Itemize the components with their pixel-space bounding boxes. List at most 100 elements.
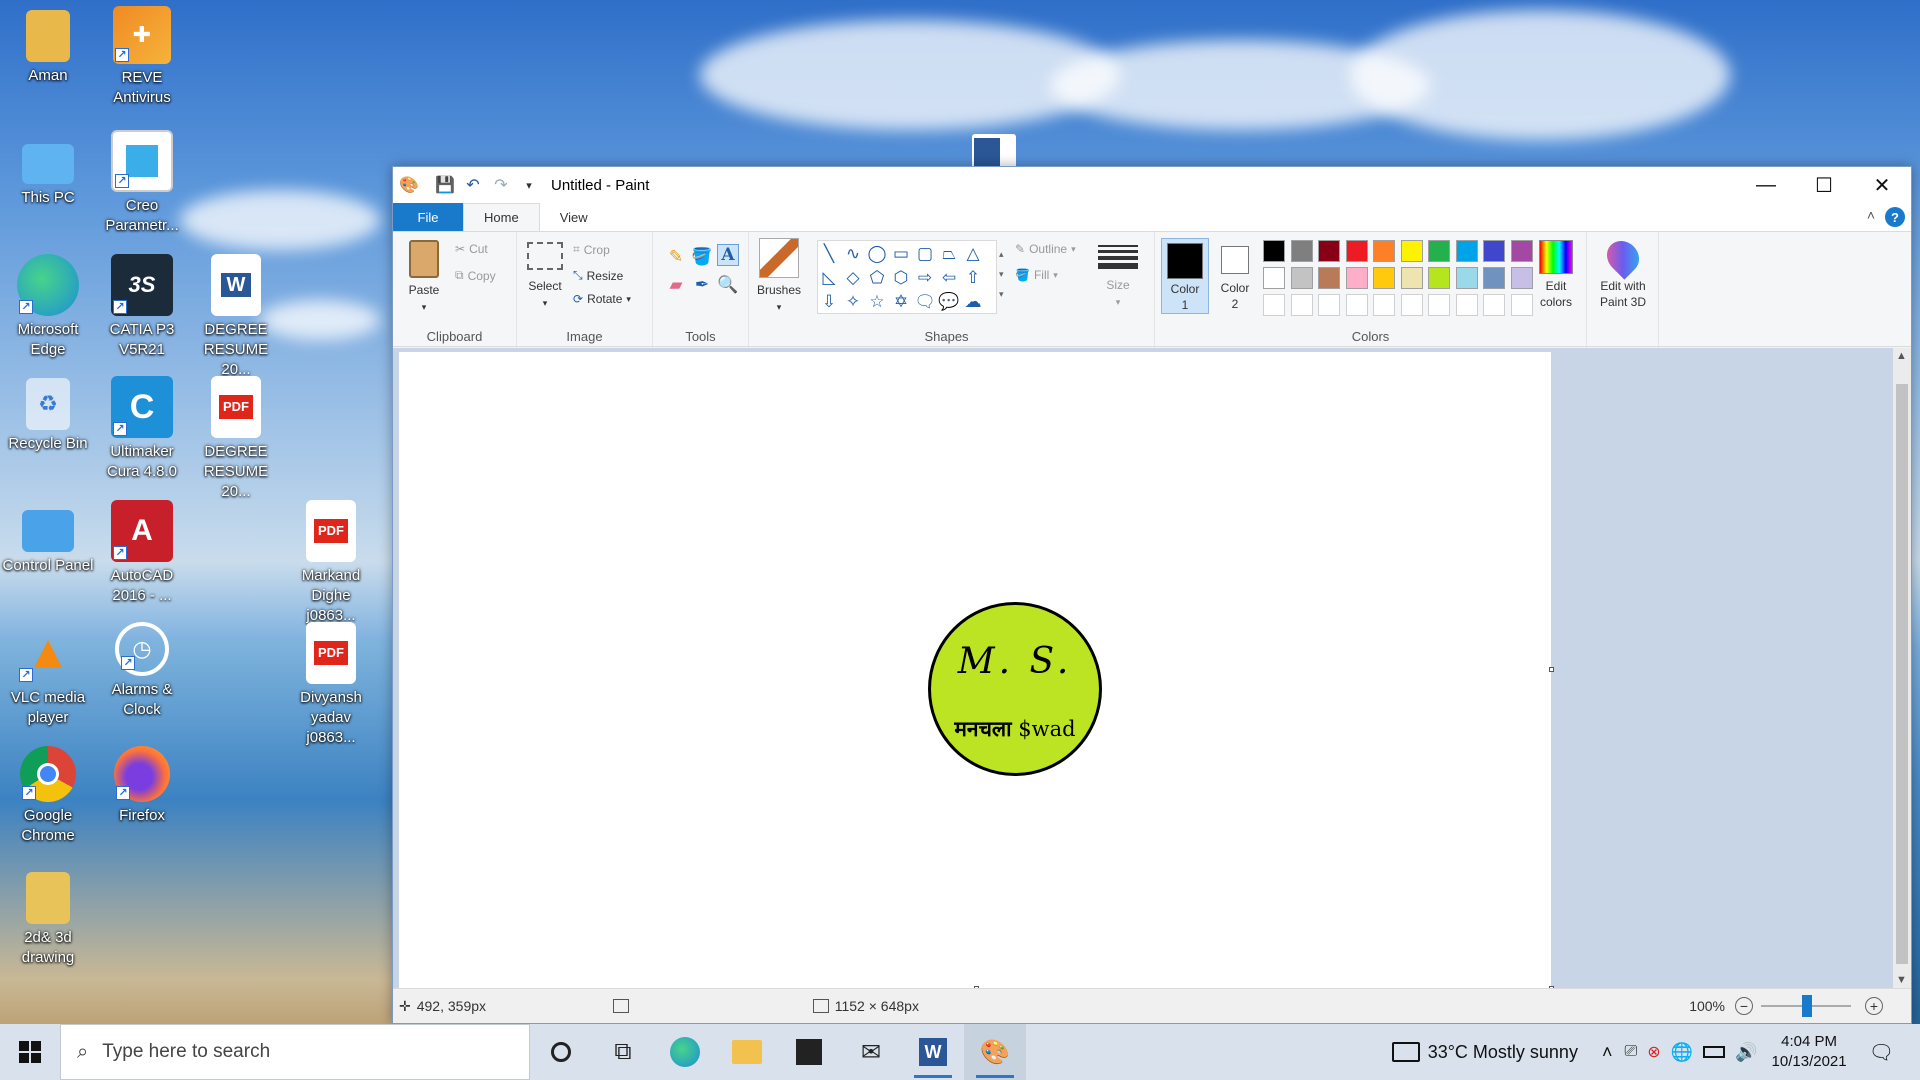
palette-swatch[interactable] (1510, 267, 1533, 289)
battery-icon[interactable] (1703, 1046, 1726, 1058)
taskbar-edge[interactable] (654, 1024, 716, 1080)
cut-button[interactable]: ✂ Cut (455, 242, 488, 256)
palette-swatch-empty[interactable] (1483, 294, 1505, 316)
select-button[interactable]: Select ▾ (523, 242, 567, 311)
canvas-resize-handle-right[interactable] (1549, 667, 1554, 672)
shapes-scroll-icon[interactable]: ▴ ▾ ▾ (999, 244, 1004, 304)
palette-swatch-empty[interactable] (1263, 294, 1285, 316)
text-icon[interactable]: A (717, 244, 739, 266)
pentagon-shape-icon[interactable]: ⬠ (866, 267, 888, 289)
right-arrow-shape-icon[interactable]: ⇨ (914, 267, 936, 289)
volume-icon[interactable]: 🔊 (1735, 1042, 1757, 1063)
diamond-shape-icon[interactable]: ◇ (842, 267, 864, 289)
save-icon[interactable]: 💾 (433, 173, 457, 197)
edit-with-paint3d-button[interactable]: Edit with Paint 3D (1591, 234, 1655, 310)
palette-swatch[interactable] (1290, 267, 1313, 289)
palette-swatch[interactable] (1400, 267, 1423, 289)
color-picker-icon[interactable]: ✒ (691, 274, 713, 296)
desktop-icon-recycle-bin[interactable]: ♻ Recycle Bin (2, 378, 94, 454)
taskbar-store[interactable] (778, 1024, 840, 1080)
palette-swatch-empty[interactable] (1400, 294, 1423, 316)
palette-swatch[interactable] (1510, 240, 1533, 262)
drawing-canvas[interactable]: M. S. मनचला $wad (399, 352, 1554, 991)
five-point-star-shape-icon[interactable]: ☆ (866, 291, 888, 313)
weather-text[interactable]: 33°C Mostly sunny (1428, 1042, 1578, 1063)
palette-swatch[interactable] (1263, 267, 1285, 289)
edit-colors-button[interactable]: Edit colors (1531, 240, 1581, 310)
palette-swatch[interactable] (1455, 267, 1478, 289)
color2-button[interactable]: Color 2 (1213, 238, 1257, 314)
crop-button[interactable]: ⌗ Crop (573, 242, 610, 257)
palette-swatch[interactable] (1373, 240, 1395, 262)
brushes-group[interactable]: Brushes ▾ (749, 232, 809, 348)
curve-shape-icon[interactable]: ∿ (842, 243, 864, 265)
redo-icon[interactable]: ↷ (489, 173, 513, 197)
up-arrow-shape-icon[interactable]: ⇧ (962, 267, 984, 289)
palette-swatch[interactable] (1318, 240, 1340, 262)
taskbar-search[interactable]: ⌕ Type here to search (60, 1024, 530, 1080)
rectangle-shape-icon[interactable]: ▭ (890, 243, 912, 265)
palette-swatch[interactable] (1455, 240, 1478, 262)
antivirus-tray-icon[interactable]: ⊗ (1647, 1042, 1660, 1062)
palette-swatch[interactable] (1290, 240, 1313, 262)
weather-icon[interactable] (1391, 1042, 1420, 1062)
cortana-button[interactable] (530, 1024, 592, 1080)
desktop-icon-reve-antivirus[interactable]: ✚ ↗ REVE Antivirus (96, 6, 188, 108)
down-arrow-shape-icon[interactable]: ⇩ (818, 291, 840, 313)
palette-swatch[interactable] (1483, 240, 1505, 262)
rotate-button[interactable]: ⟳ Rotate ▾ (573, 292, 631, 306)
desktop-icon-vlc[interactable]: ▲ ↗ VLC media player (2, 622, 94, 728)
palette-swatch-empty[interactable] (1290, 294, 1313, 316)
network-icon[interactable]: 🌐 (1671, 1042, 1693, 1063)
hexagon-shape-icon[interactable]: ⬡ (890, 267, 912, 289)
resize-button[interactable]: ⤡ Resize (573, 268, 623, 283)
desktop-icon-catia[interactable]: 3S ↗ CATIA P3 V5R21 (96, 254, 188, 360)
outline-button[interactable]: ✎ Outline ▾ (1015, 242, 1076, 256)
palette-swatch-empty[interactable] (1318, 294, 1340, 316)
color1-button[interactable]: Color 1 (1161, 238, 1209, 314)
undo-icon[interactable]: ↶ (461, 173, 485, 197)
quick-access-dropdown-icon[interactable]: ▾ (517, 173, 541, 197)
rounded-callout-shape-icon[interactable]: 🗨 (914, 291, 936, 313)
desktop-icon-creo[interactable]: ↗ Creo Parametr... (96, 130, 188, 236)
fill-button[interactable]: 🪣 Fill ▾ (1015, 268, 1058, 282)
line-shape-icon[interactable]: ╲ (818, 243, 840, 265)
palette-swatch[interactable] (1318, 267, 1340, 289)
triangle-shape-icon[interactable]: △ (962, 243, 984, 265)
clock[interactable]: 4:04 PM 10/13/2021 (1772, 1032, 1847, 1072)
right-triangle-shape-icon[interactable]: ◺ (818, 267, 840, 289)
close-button[interactable]: ✕ (1853, 167, 1911, 203)
paste-button[interactable]: Paste ▾ (401, 240, 447, 315)
desktop-icon-aman[interactable]: Aman (2, 10, 94, 86)
palette-swatch[interactable] (1345, 267, 1368, 289)
vertical-scrollbar[interactable]: ▲ ▼ (1893, 348, 1911, 988)
desktop-icon-degree-resume-pdf[interactable]: PDF DEGREE RESUME 20... (190, 376, 282, 502)
meet-now-icon[interactable]: ⎚ (1624, 1043, 1637, 1061)
desktop-icon-degree-resume-docx[interactable]: W DEGREE RESUME 20... (190, 254, 282, 380)
taskbar-file-explorer[interactable] (716, 1024, 778, 1080)
maximize-button[interactable]: ☐ (1795, 167, 1853, 203)
paint-app-icon[interactable]: 🎨 (397, 173, 421, 197)
desktop-icon-edge[interactable]: ↗ Microsoft Edge (2, 254, 94, 360)
notifications-icon[interactable]: 🗨 (1869, 1040, 1894, 1065)
shapes-gallery[interactable]: ╲ ∿ ◯ ▭ ▢ ⏢ △ ◺ ◇ ⬠ ⬡ ⇨ ⇦ ⇧ ⇩ ✧ ☆ ✡ 🗨 💬 (817, 240, 997, 314)
tab-view[interactable]: View (540, 203, 608, 231)
palette-swatch[interactable] (1483, 267, 1505, 289)
desktop-icon-chrome[interactable]: ↗ Google Chrome (2, 746, 94, 846)
palette-swatch[interactable] (1345, 240, 1368, 262)
copy-button[interactable]: ⧉ Copy (455, 268, 496, 283)
pencil-icon[interactable]: ✎ (665, 246, 687, 268)
eraser-icon[interactable]: ▰ (665, 274, 687, 296)
desktop-icon-divyansh-pdf[interactable]: PDF Divyansh yadav j0863... (285, 622, 377, 748)
cloud-callout-shape-icon[interactable]: ☁ (962, 291, 984, 313)
paint-window[interactable]: 🎨 💾 ↶ ↷ ▾ Untitled - Paint — ☐ ✕ File Ho… (392, 166, 1912, 1024)
taskbar-paint[interactable]: 🎨 (964, 1024, 1026, 1080)
magnifier-icon[interactable]: 🔍 (717, 274, 739, 296)
brushes-button[interactable]: Brushes ▾ (753, 238, 805, 315)
scroll-down-icon[interactable]: ▼ (1896, 974, 1907, 986)
zoom-slider[interactable] (1761, 995, 1851, 1017)
taskbar-word[interactable]: W (902, 1024, 964, 1080)
show-hidden-icons-icon[interactable]: ˄ (1602, 1042, 1613, 1063)
zoom-in-icon[interactable]: + (1865, 997, 1883, 1015)
zoom-out-icon[interactable]: − (1735, 997, 1753, 1015)
